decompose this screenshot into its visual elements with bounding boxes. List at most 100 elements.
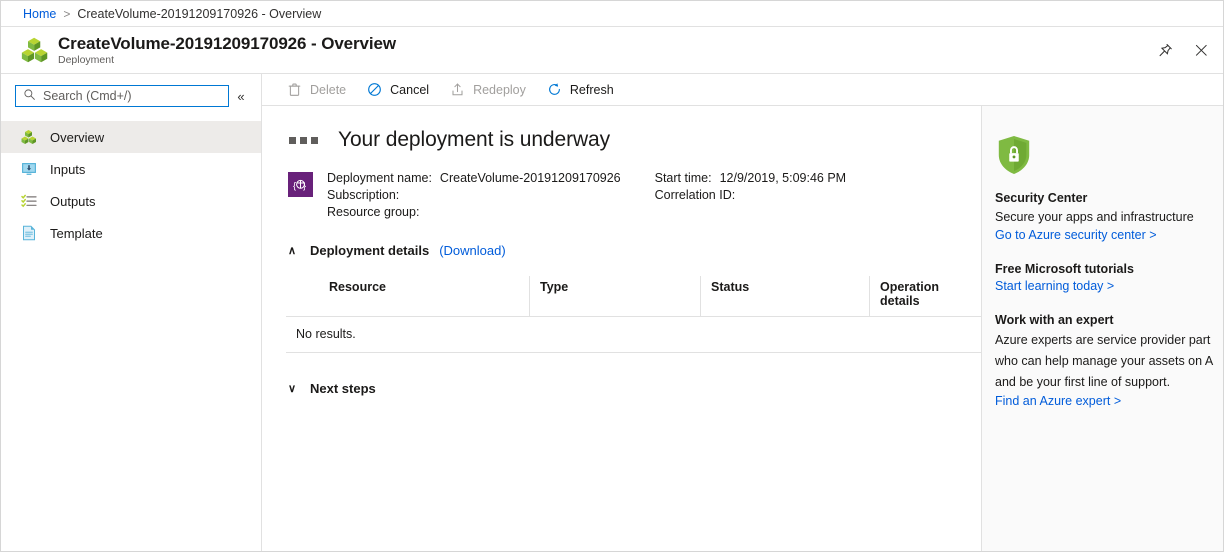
deployment-cubes-icon (21, 129, 37, 145)
refresh-icon (546, 81, 563, 98)
meta-key: Correlation ID: (654, 188, 736, 202)
deployment-status-header: Your deployment is underway (286, 128, 981, 152)
cancel-button[interactable]: Cancel (364, 76, 439, 104)
next-steps-label: Next steps (310, 381, 376, 396)
deployment-meta-col-right: Start time: 12/9/2019, 5:09:46 PM Correl… (655, 170, 846, 221)
blade-window-actions (1155, 40, 1211, 60)
sidebar-item-label: Template (50, 225, 103, 241)
meta-value: CreateVolume-20191209170926 (439, 171, 621, 185)
promo-card-tutorials: Free Microsoft tutorials Start learning … (995, 262, 1223, 293)
sidebar-item-inputs[interactable]: Inputs (1, 153, 261, 185)
blade-center-column: Delete Cancel Redeploy Refresh Your depl… (262, 74, 1223, 551)
deployment-overview-pane: Your deployment is underway { } Deployme… (262, 106, 982, 551)
sidebar: « Overview (1, 74, 262, 551)
deployment-meta: { } Deployment name: CreateVolume-201912… (286, 170, 981, 221)
svg-text:{: { (293, 180, 296, 190)
refresh-label: Refresh (569, 82, 614, 97)
azure-portal-blade: Home > CreateVolume-20191209170926 - Ove… (0, 0, 1224, 552)
meta-line: Subscription: (327, 187, 621, 204)
download-link[interactable]: (Download) (439, 243, 505, 258)
sidebar-item-outputs[interactable]: Outputs (1, 185, 261, 217)
promo-title: Work with an expert (995, 313, 1114, 327)
refresh-button[interactable]: Refresh (544, 76, 624, 104)
sidebar-item-label: Inputs (50, 161, 86, 177)
meta-key: Start time: (654, 171, 712, 185)
promo-description: Secure your apps and infrastructure (995, 210, 1194, 224)
promo-title: Free Microsoft tutorials (995, 262, 1134, 276)
breadcrumb-current: CreateVolume-20191209170926 - Overview (77, 6, 322, 21)
meta-key: Subscription: (327, 188, 400, 202)
meta-line: Correlation ID: (655, 187, 846, 204)
meta-line: Deployment name: CreateVolume-2019120917… (327, 170, 621, 187)
page-title: CreateVolume-20191209170926 - Overview (58, 33, 396, 53)
promo-description-line: who can help manage your assets on A (995, 354, 1214, 368)
promo-description-line: and be your first line of support. (995, 375, 1171, 389)
title-text-group: CreateVolume-20191209170926 - Overview D… (58, 34, 396, 67)
page-subtitle: Deployment (58, 53, 115, 66)
search-input[interactable] (36, 87, 228, 105)
meta-value: 12/9/2019, 5:09:46 PM (719, 171, 847, 185)
delete-button[interactable]: Delete (284, 76, 356, 104)
pin-icon[interactable] (1155, 40, 1175, 60)
search-box[interactable] (15, 85, 229, 107)
column-header-status[interactable]: Status (700, 276, 870, 317)
sidebar-item-template[interactable]: Template (1, 217, 261, 249)
next-steps-section-header[interactable]: ∨ Next steps (286, 381, 981, 396)
deployment-status-title: Your deployment is underway (338, 128, 611, 151)
search-icon (23, 88, 36, 104)
resource-group-icon: { } (288, 172, 313, 197)
trash-icon (286, 81, 303, 98)
security-shield-icon (995, 134, 1223, 179)
breadcrumb: Home > CreateVolume-20191209170926 - Ove… (1, 1, 1223, 27)
blade-body: « Overview (1, 74, 1223, 551)
deployment-cubes-icon (21, 35, 49, 65)
promo-link-tutorials[interactable]: Start learning today > (995, 279, 1223, 293)
table-header: Resource Type Status Operation details (286, 276, 981, 317)
breadcrumb-separator: > (63, 6, 71, 21)
upload-box-icon (449, 81, 466, 98)
promo-card-expert: Work with an expert Azure experts are se… (995, 313, 1223, 408)
template-document-icon (21, 225, 37, 241)
meta-key: Deployment name: (327, 171, 432, 185)
column-header-type[interactable]: Type (529, 276, 701, 317)
table-header-row: Resource Type Status Operation details (286, 276, 981, 317)
sidebar-collapse-button[interactable]: « (229, 85, 253, 107)
blade-title-bar: CreateVolume-20191209170926 - Overview D… (1, 27, 1223, 74)
cancel-label: Cancel (390, 82, 430, 97)
column-header-resource[interactable]: Resource (286, 276, 530, 317)
chevron-up-icon: ∧ (288, 245, 297, 257)
meta-key: Resource group: (327, 205, 420, 219)
sidebar-item-label: Overview (50, 129, 105, 145)
breadcrumb-home-link[interactable]: Home (23, 7, 56, 21)
deployment-details-section-header[interactable]: ∧ Deployment details (Download) (286, 243, 981, 258)
promo-title: Security Center (995, 191, 1088, 205)
deployment-resources-table: Resource Type Status Operation details N… (286, 276, 981, 353)
deployment-meta-columns: Deployment name: CreateVolume-2019120917… (327, 170, 866, 221)
sidebar-search-row: « (1, 85, 261, 107)
redeploy-label: Redeploy (473, 82, 526, 97)
promo-link-security-center[interactable]: Go to Azure security center > (995, 228, 1223, 242)
sidebar-item-overview[interactable]: Overview (1, 121, 261, 153)
outputs-list-icon (21, 193, 37, 209)
inputs-monitor-icon (21, 161, 37, 177)
close-icon[interactable] (1191, 40, 1211, 60)
table-empty-message: No results. (286, 316, 981, 353)
table-row: No results. (286, 316, 981, 353)
promo-link-expert[interactable]: Find an Azure expert > (995, 394, 1223, 408)
redeploy-button[interactable]: Redeploy (447, 76, 536, 104)
meta-line: Resource group: (327, 204, 621, 221)
table-body: No results. (286, 316, 981, 353)
progress-dots-icon (289, 136, 318, 144)
command-toolbar: Delete Cancel Redeploy Refresh (262, 74, 1223, 106)
deployment-meta-col-left: Deployment name: CreateVolume-2019120917… (327, 170, 621, 221)
column-header-operation-details[interactable]: Operation details (869, 276, 981, 317)
blade-content: Your deployment is underway { } Deployme… (262, 106, 1223, 551)
chevron-down-icon: ∨ (288, 383, 297, 395)
delete-label: Delete (310, 82, 347, 97)
promo-side-panel: Security Center Secure your apps and inf… (982, 106, 1223, 551)
promo-description-line: Azure experts are service provider part (995, 333, 1211, 347)
meta-line: Start time: 12/9/2019, 5:09:46 PM (655, 170, 846, 187)
promo-card-security-center: Security Center Secure your apps and inf… (995, 134, 1223, 242)
deployment-details-label: Deployment details (310, 243, 430, 258)
cancel-circle-icon (366, 81, 383, 98)
